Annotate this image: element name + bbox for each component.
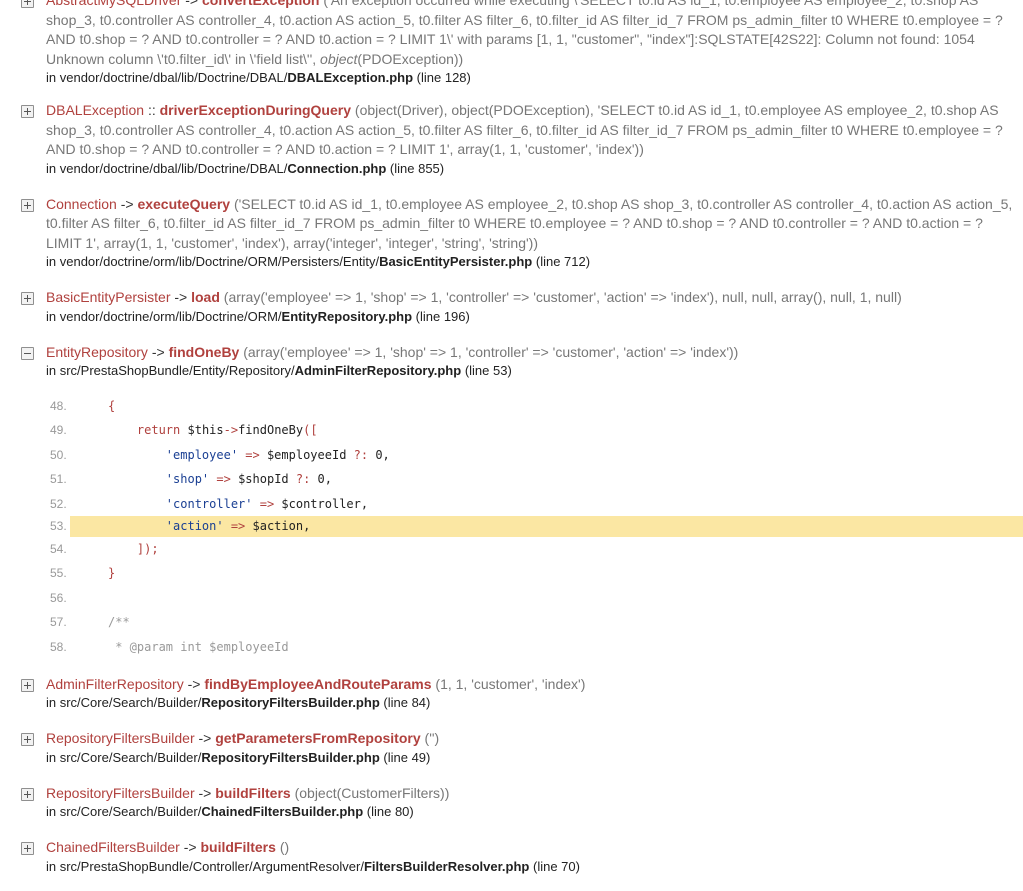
code-line: 57./** — [50, 615, 130, 630]
frame-class: AbstractMySQLDriver — [46, 0, 182, 8]
frame-args: ('') — [424, 730, 440, 747]
trace-frame: ChainedFiltersBuilder -> buildFilters ()… — [0, 838, 1023, 876]
frame-args: (array('employee' => 1, 'shop' => 1, 'co… — [223, 289, 902, 305]
code-line: 54. ]); — [50, 541, 159, 556]
expand-icon[interactable] — [21, 198, 34, 212]
stack-trace: AbstractMySQLDriver -> convertException … — [0, 0, 1023, 876]
frame-class: DBALException — [46, 102, 145, 118]
frame-signature: AbstractMySQLDriver -> convertException … — [46, 0, 1015, 69]
expand-icon[interactable] — [21, 292, 34, 305]
frame-method: findOneBy — [168, 343, 240, 360]
frame-location: in src/Core/Search/Builder/RepositoryFil… — [46, 749, 431, 765]
trace-frame: AbstractMySQLDriver -> convertException … — [0, 0, 1023, 87]
code-line: 49. return $this->findOneBy([ — [50, 423, 318, 438]
frame-file-link[interactable]: ChainedFiltersBuilder.php — [201, 804, 363, 819]
frame-signature: RepositoryFiltersBuilder -> buildFilters… — [46, 784, 1015, 804]
frame-file-link[interactable]: RepositoryFiltersBuilder.php — [201, 695, 379, 710]
code-line: 55.} — [50, 566, 116, 581]
frame-separator: -> — [198, 784, 212, 801]
frame-signature: AdminFilterRepository -> findByEmployeeA… — [46, 675, 1015, 695]
code-line-highlighted: 53. 'action' => $action, — [50, 515, 1023, 537]
code-line: 56. — [50, 590, 67, 605]
expand-icon[interactable] — [21, 0, 34, 8]
frame-class: EntityRepository — [46, 343, 148, 360]
code-excerpt: 48.{ 49. return $this->findOneBy([ 50. '… — [0, 394, 1023, 659]
frame-location: in src/PrestaShopBundle/Entity/Repositor… — [46, 363, 512, 378]
frame-args: (object(CustomerFilters)) — [294, 784, 450, 801]
frame-class: BasicEntityPersister — [46, 289, 171, 305]
trace-frame: RepositoryFiltersBuilder -> buildFilters… — [0, 784, 1023, 822]
frame-class: ChainedFiltersBuilder — [46, 839, 180, 856]
trace-frame: BasicEntityPersister -> load (array('emp… — [0, 288, 1023, 326]
expand-icon[interactable] — [21, 787, 34, 801]
frame-method: buildFilters — [215, 784, 291, 801]
frame-class: Connection — [46, 195, 117, 212]
frame-signature: RepositoryFiltersBuilder -> getParameter… — [46, 729, 1015, 749]
code-line: 50. 'employee' => $employeeId ?: 0, — [50, 447, 390, 462]
frame-location: in vendor/doctrine/orm/lib/Doctrine/ORM/… — [46, 254, 591, 269]
frame-separator: -> — [198, 730, 212, 747]
trace-frame: Connection -> executeQuery ('SELECT t0.i… — [0, 195, 1023, 272]
frame-location: in src/PrestaShopBundle/Controller/Argum… — [46, 858, 580, 874]
frame-separator: -> — [185, 0, 199, 8]
frame-file-link[interactable]: BasicEntityPersister.php — [379, 254, 532, 269]
expand-icon[interactable] — [21, 733, 34, 747]
frame-signature: BasicEntityPersister -> load (array('emp… — [46, 288, 1015, 308]
frame-location: in src/Core/Search/Builder/RepositoryFil… — [46, 695, 431, 711]
expand-icon[interactable] — [21, 842, 34, 856]
frame-signature: ChainedFiltersBuilder -> buildFilters () — [46, 838, 1015, 858]
code-line: 48.{ — [50, 399, 116, 413]
trace-frame: AdminFilterRepository -> findByEmployeeA… — [0, 675, 1023, 713]
frame-args: (array('employee' => 1, 'shop' => 1, 'co… — [243, 343, 739, 360]
frame-separator: -> — [151, 343, 165, 360]
frame-signature: EntityRepository -> findOneBy (array('em… — [46, 343, 1015, 363]
frame-method: convertException — [201, 0, 320, 8]
frame-signature: Connection -> executeQuery ('SELECT t0.i… — [46, 195, 1015, 254]
frame-method: buildFilters — [200, 839, 276, 856]
expand-icon[interactable] — [21, 105, 34, 118]
expand-icon[interactable] — [21, 678, 34, 692]
frame-class: AdminFilterRepository — [46, 675, 184, 692]
frame-method: findByEmployeeAndRouteParams — [204, 675, 432, 692]
frame-file-link[interactable]: DBALException.php — [287, 70, 413, 85]
frame-args: () — [279, 839, 290, 856]
trace-frame: DBALException :: driverExceptionDuringQu… — [0, 101, 1023, 178]
frame-separator: :: — [147, 102, 156, 118]
frame-location: in vendor/doctrine/orm/lib/Doctrine/ORM/… — [46, 308, 470, 324]
frame-separator: -> — [120, 195, 134, 212]
frame-location: in vendor/doctrine/dbal/lib/Doctrine/DBA… — [46, 160, 445, 176]
frame-method: driverExceptionDuringQuery — [159, 102, 352, 118]
code-line: 51. 'shop' => $shopId ?: 0, — [50, 472, 333, 487]
trace-frame: RepositoryFiltersBuilder -> getParameter… — [0, 729, 1023, 767]
frame-class: RepositoryFiltersBuilder — [46, 730, 195, 747]
frame-separator: -> — [174, 289, 188, 305]
frame-file-link[interactable]: AdminFilterRepository.php — [295, 363, 462, 378]
frame-method: load — [191, 289, 220, 305]
frame-args: (1, 1, 'customer', 'index') — [435, 675, 586, 692]
frame-args: ('An exception occurred while executing … — [46, 0, 1003, 67]
frame-file-link[interactable]: FiltersBuilderResolver.php — [364, 859, 529, 874]
frame-class: RepositoryFiltersBuilder — [46, 784, 195, 801]
frame-file-link[interactable]: RepositoryFiltersBuilder.php — [201, 750, 379, 765]
trace-frame-expanded: EntityRepository -> findOneBy (array('em… — [0, 343, 1023, 381]
frame-signature: DBALException :: driverExceptionDuringQu… — [46, 101, 1015, 160]
frame-method: getParametersFromRepository — [215, 730, 421, 747]
frame-file-link[interactable]: Connection.php — [287, 161, 386, 176]
frame-location: in src/Core/Search/Builder/ChainedFilter… — [46, 804, 414, 820]
code-line: 58. * @param int $employeeId — [50, 639, 289, 654]
collapse-icon[interactable] — [21, 346, 34, 360]
frame-separator: -> — [187, 675, 201, 692]
frame-method: executeQuery — [137, 195, 231, 212]
code-line: 52. 'controller' => $controller, — [50, 496, 369, 511]
frame-file-link[interactable]: EntityRepository.php — [282, 309, 412, 324]
frame-location: in vendor/doctrine/dbal/lib/Doctrine/DBA… — [46, 70, 471, 85]
frame-separator: -> — [183, 839, 197, 856]
